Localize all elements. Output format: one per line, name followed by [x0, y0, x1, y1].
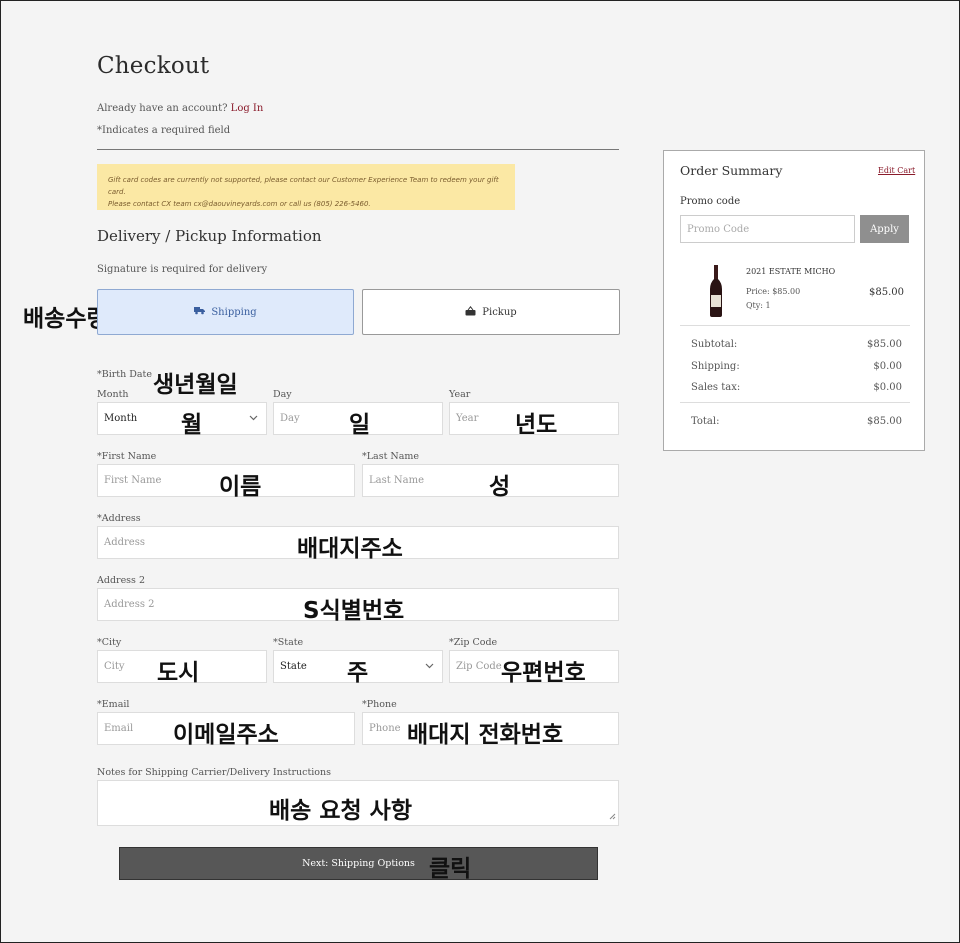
shipping-value: $0.00	[873, 361, 902, 372]
address2-placeholder: Address 2	[104, 599, 155, 610]
day-label: Day	[273, 389, 292, 400]
annotation-notes: 배송 요청 사항	[269, 798, 412, 824]
pickup-option-button[interactable]: Pickup	[362, 289, 620, 335]
pickup-option-label: Pickup	[482, 306, 517, 318]
sales-tax-value: $0.00	[873, 382, 902, 393]
chevron-down-icon	[249, 413, 258, 424]
annotation-zip: 우편번호	[501, 660, 586, 686]
truck-icon	[194, 306, 206, 318]
last-name-label: *Last Name	[362, 451, 420, 462]
checkout-page: Checkout Already have an account? Log In…	[0, 0, 960, 943]
shipping-option-label: Shipping	[211, 306, 257, 318]
annotation-last-name: 성	[489, 474, 511, 500]
month-label: Month	[97, 389, 129, 400]
city-placeholder: City	[104, 661, 125, 672]
chevron-down-icon	[425, 661, 434, 672]
annotation-state: 주	[347, 660, 369, 686]
resize-handle-icon	[609, 812, 616, 823]
edit-cart-link[interactable]: Edit Cart	[878, 166, 915, 175]
annotation-city: 도시	[157, 660, 200, 686]
total-divider	[680, 402, 910, 403]
phone-placeholder: Phone	[369, 723, 401, 734]
email-placeholder: Email	[104, 723, 134, 734]
shipping-option-button[interactable]: Shipping	[97, 289, 354, 335]
subtotal-label: Subtotal:	[691, 339, 738, 350]
total-value: $85.00	[867, 416, 902, 427]
total-label: Total:	[691, 416, 720, 427]
item-name: 2021 ESTATE MICHO	[746, 267, 836, 276]
year-placeholder: Year	[456, 413, 479, 424]
state-label: *State	[273, 637, 304, 648]
required-note: *Indicates a required field	[97, 125, 231, 136]
item-price: Price: $85.00	[746, 287, 801, 296]
summary-divider	[680, 325, 910, 326]
address-label: *Address	[97, 513, 141, 524]
item-total: $85.00	[869, 287, 904, 298]
address-placeholder: Address	[104, 537, 145, 548]
zip-label: *Zip Code	[449, 637, 498, 648]
apply-promo-button[interactable]: Apply	[860, 215, 909, 243]
first-name-label: *First Name	[97, 451, 157, 462]
last-name-placeholder: Last Name	[369, 475, 425, 486]
next-button-label: Next: Shipping Options	[302, 858, 415, 869]
notice-line-1: Gift card codes are currently not suppor…	[108, 176, 499, 196]
page-title: Checkout	[97, 53, 210, 79]
gift-card-notice: Gift card codes are currently not suppor…	[97, 164, 515, 210]
account-prompt: Already have an account? Log In	[97, 103, 263, 114]
account-prompt-text: Already have an account?	[97, 103, 228, 114]
annotation-year: 년도	[515, 412, 558, 438]
notice-line-2: Please contact CX team cx@daouvineyards.…	[108, 200, 371, 208]
annotation-month: 월	[181, 412, 203, 438]
order-summary-panel: Order Summary Edit Cart Promo code Promo…	[663, 150, 925, 451]
subtotal-value: $85.00	[867, 339, 902, 350]
delivery-section-title: Delivery / Pickup Information	[97, 227, 322, 245]
annotation-birth-date: 생년월일	[153, 372, 238, 398]
annotation-day: 일	[349, 412, 371, 438]
basket-icon	[465, 305, 476, 319]
email-label: *Email	[97, 699, 130, 710]
year-label: Year	[449, 389, 471, 400]
promo-code-label: Promo code	[680, 196, 741, 207]
annotation-first-name: 이름	[219, 474, 262, 500]
address2-label: Address 2	[97, 575, 146, 586]
notes-label: Notes for Shipping Carrier/Delivery Inst…	[97, 767, 332, 778]
zip-placeholder: Zip Code	[456, 661, 502, 672]
item-qty: Qty: 1	[746, 301, 771, 310]
month-select-value: Month	[104, 413, 138, 424]
promo-code-input[interactable]: Promo Code	[680, 215, 855, 243]
annotation-email: 이메일주소	[173, 722, 279, 748]
phone-label: *Phone	[362, 699, 397, 710]
day-placeholder: Day	[280, 413, 300, 424]
wine-bottle-image	[708, 265, 724, 321]
header-divider	[97, 149, 619, 150]
login-link[interactable]: Log In	[231, 103, 264, 114]
promo-code-placeholder: Promo Code	[687, 223, 750, 235]
annotation-phone: 배대지 전화번호	[407, 722, 564, 748]
annotation-address: 배대지주소	[297, 536, 403, 562]
annotation-address2: S식별번호	[303, 598, 405, 624]
city-label: *City	[97, 637, 122, 648]
first-name-placeholder: First Name	[104, 475, 162, 486]
sales-tax-label: Sales tax:	[691, 382, 741, 393]
signature-note: Signature is required for delivery	[97, 264, 268, 275]
next-shipping-options-button[interactable]: Next: Shipping Options	[119, 847, 598, 880]
annotation-click: 클릭	[429, 856, 472, 882]
shipping-label: Shipping:	[691, 361, 740, 372]
order-summary-title: Order Summary	[680, 163, 783, 178]
state-select-value: State	[280, 661, 307, 672]
birth-date-label: *Birth Date	[97, 369, 152, 380]
